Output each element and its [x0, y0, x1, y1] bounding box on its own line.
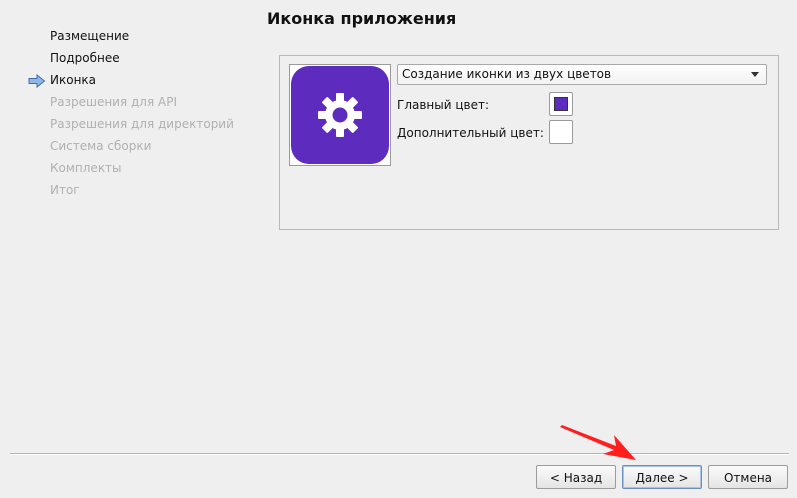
step-label: Система сборки	[50, 139, 152, 153]
arrow-right-icon	[28, 73, 46, 89]
step-placement: Размещение	[26, 27, 246, 49]
secondary-color-button[interactable]	[549, 120, 573, 144]
back-button[interactable]: < Назад	[536, 465, 616, 489]
step-icon: Иконка	[26, 71, 246, 93]
gear-icon	[318, 93, 362, 137]
wizard-steps: Размещение Подробнее Иконка Разрешения д…	[26, 27, 246, 203]
footer-separator	[10, 453, 789, 455]
page-title: Иконка приложения	[267, 9, 457, 28]
icon-mode-value: Создание иконки из двух цветов	[402, 67, 612, 81]
step-label: Размещение	[50, 29, 130, 43]
step-summary: Итог	[26, 181, 246, 203]
app-icon	[291, 66, 389, 164]
step-label: Разрешения для API	[50, 95, 177, 109]
step-label: Разрешения для директорий	[50, 117, 234, 131]
secondary-color-label: Дополнительный цвет:	[397, 126, 544, 140]
step-build-system: Система сборки	[26, 137, 246, 159]
step-label: Итог	[50, 183, 80, 197]
cancel-button[interactable]: Отмена	[708, 465, 788, 489]
step-directory-permissions: Разрешения для директорий	[26, 115, 246, 137]
secondary-color-fill	[554, 125, 568, 139]
icon-mode-select[interactable]: Создание иконки из двух цветов	[397, 64, 767, 85]
primary-color-label: Главный цвет:	[397, 98, 490, 112]
step-api-permissions: Разрешения для API	[26, 93, 246, 115]
icon-preview	[289, 64, 391, 166]
step-label: Иконка	[50, 73, 97, 87]
next-button[interactable]: Далее >	[622, 465, 702, 489]
step-details: Подробнее	[26, 49, 246, 71]
step-label: Подробнее	[50, 51, 120, 65]
step-bundles: Комплекты	[26, 159, 246, 181]
primary-color-button[interactable]	[549, 92, 573, 116]
primary-color-fill	[554, 97, 568, 111]
step-label: Комплекты	[50, 161, 122, 175]
icon-settings-panel: Создание иконки из двух цветов Главный ц…	[279, 55, 779, 230]
chevron-down-icon	[751, 72, 759, 77]
annotation-arrow-icon	[560, 425, 636, 460]
